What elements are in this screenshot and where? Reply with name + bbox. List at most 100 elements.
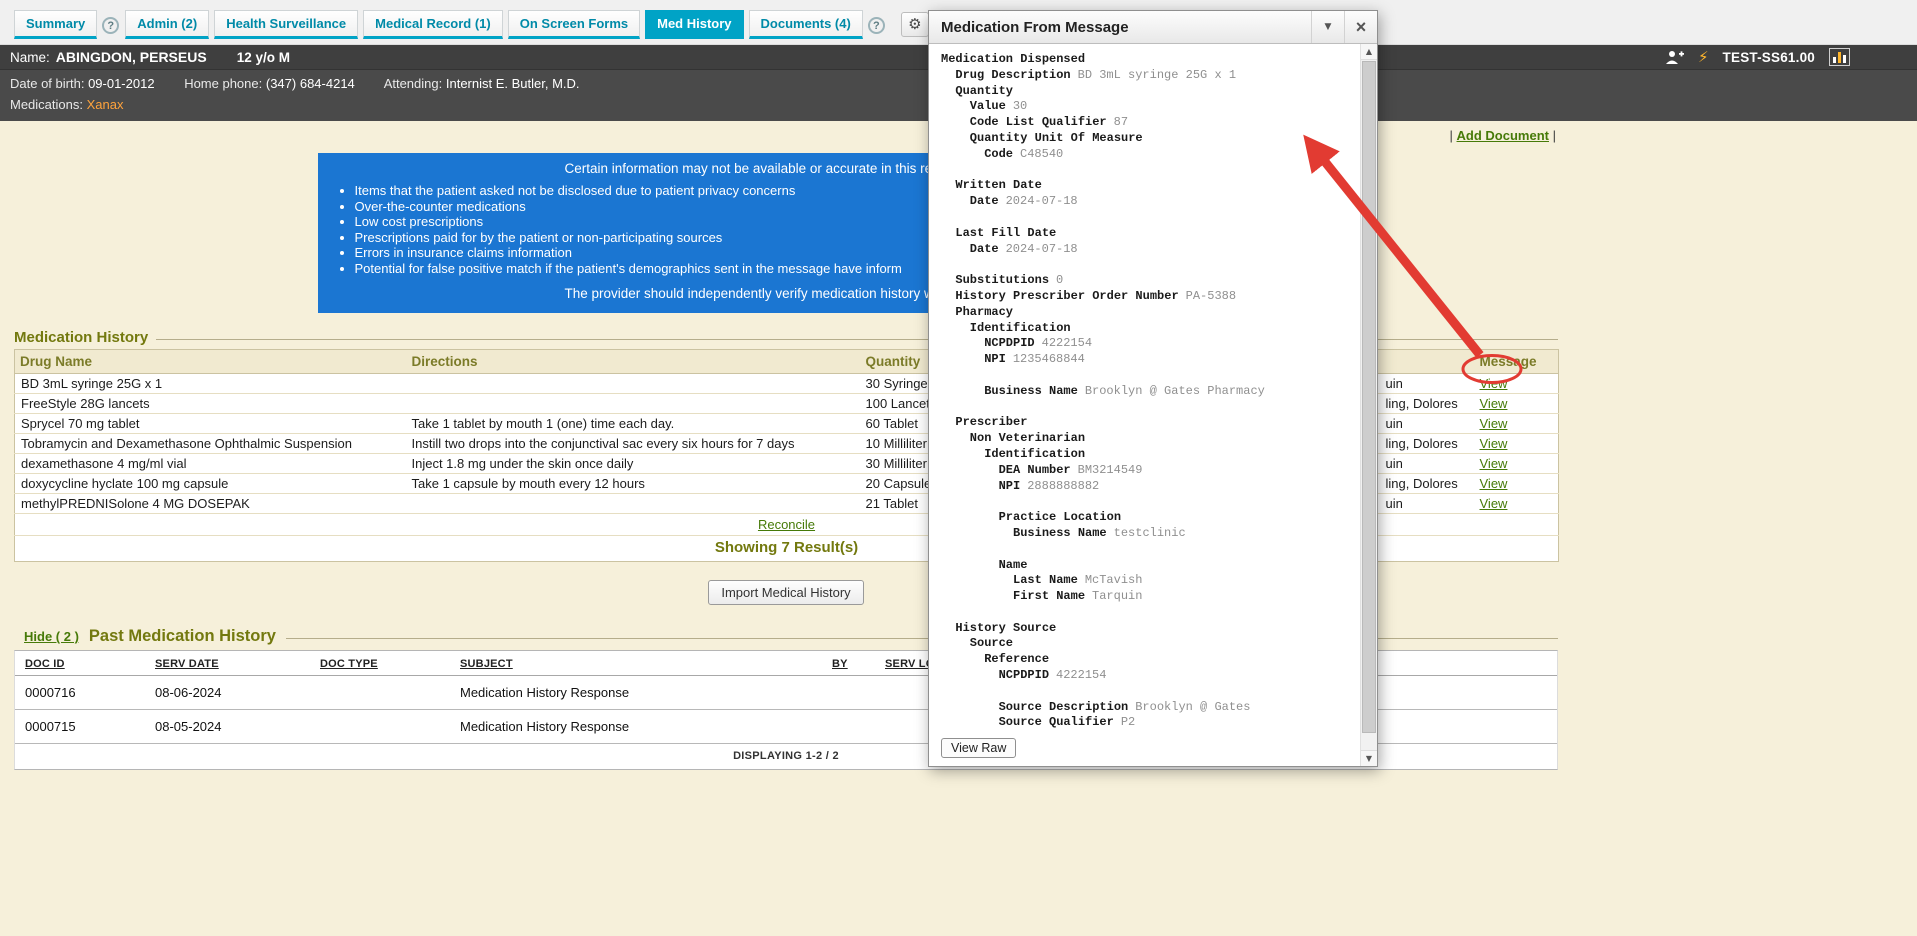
drug-name-cell: doxycycline hyclate 100 mg capsule [15,474,407,494]
scrollbar-thumb[interactable] [1362,61,1376,733]
message-line: First NameTarquin [941,589,1351,605]
message-line: Business NameBrooklyn @ Gates Pharmacy [941,384,1351,400]
message-line: NPI2888888882 [941,479,1351,495]
message-line: Written Date [941,178,1351,194]
dialog-menu-button[interactable]: ▼ [1311,11,1344,43]
message-line [941,210,1351,226]
directions-cell [407,494,861,514]
help-icon[interactable]: ? [102,17,119,34]
message-line: Identification [941,447,1351,463]
message-line: Non Veterinarian [941,431,1351,447]
close-icon: × [1356,17,1367,38]
prescriber-fragment-cell: ling, Dolores [1381,434,1475,454]
serv-date-cell: 08-05-2024 [155,710,320,744]
by-cell [832,710,885,744]
tab-admin[interactable]: Admin (2) [125,10,209,39]
tab-medical-record[interactable]: Medical Record (1) [363,10,503,39]
message-cell: View [1475,494,1559,514]
directions-cell [407,394,861,414]
dialog-title: Medication From Message [929,11,1311,43]
tab-summary[interactable]: Summary [14,10,97,39]
view-message-link[interactable]: View [1480,476,1508,491]
tab-health-surveillance[interactable]: Health Surveillance [214,10,358,39]
message-line: History Prescriber Order NumberPA-5388 [941,289,1351,305]
message-line: Business Nametestclinic [941,526,1351,542]
message-cell: View [1475,414,1559,434]
message-line: NCPDPID4222154 [941,668,1351,684]
message-cell: View [1475,474,1559,494]
message-content: Medication Dispensed Drug DescriptionBD … [929,44,1377,766]
message-line: Drug DescriptionBD 3mL syringe 25G x 1 [941,68,1351,84]
chevron-down-icon: ▼ [1325,22,1332,32]
message-line: Quantity Unit Of Measure [941,131,1351,147]
doc-id-cell: 0000715 [15,710,155,744]
message-cell: View [1475,394,1559,414]
message-line: Source DescriptionBrooklyn @ Gates [941,700,1351,716]
station-id: TEST-SS61.00 [1723,50,1815,65]
medications-value[interactable]: Xanax [87,97,124,112]
import-medical-history-button[interactable]: Import Medical History [708,580,863,605]
view-raw-button[interactable]: View Raw [941,738,1016,758]
col-drug-name: Drug Name [15,350,407,374]
help-icon[interactable]: ? [868,17,885,34]
col-doc-type[interactable]: DOC TYPE [320,651,460,676]
col-by[interactable]: BY [832,651,885,676]
message-line: CodeC48540 [941,147,1351,163]
hide-link[interactable]: Hide ( 2 ) [24,629,79,644]
pipe-separator: | [1450,128,1453,143]
scroll-down-icon[interactable]: ▼ [1361,750,1377,766]
col-serv-date[interactable]: SERV DATE [155,651,320,676]
medications-label: Medications: [10,97,83,112]
reconcile-link[interactable]: Reconcile [758,517,815,532]
message-line [941,400,1351,416]
message-line: Name [941,558,1351,574]
settings-button[interactable]: ⚙ [901,12,929,37]
prescriber-fragment-cell: ling, Dolores [1381,474,1475,494]
view-message-link[interactable]: View [1480,376,1508,391]
medication-from-message-dialog: Medication From Message ▼ × Medication D… [928,10,1378,767]
subject-cell: Medication History Response [460,676,832,710]
view-message-link[interactable]: View [1480,416,1508,431]
past-section-title: Past Medication History [89,627,276,646]
view-message-link[interactable]: View [1480,456,1508,471]
tab-documents[interactable]: Documents (4) [749,10,863,39]
dialog-scrollbar[interactable]: ▲ ▼ [1360,44,1377,766]
col-doc-id[interactable]: DOC ID [15,651,155,676]
view-message-link[interactable]: View [1480,396,1508,411]
col-subject[interactable]: SUBJECT [460,651,832,676]
dob-label: Date of birth: [10,76,84,91]
prescriber-fragment-cell: ling, Dolores [1381,394,1475,414]
pipe-separator: | [1553,128,1556,143]
message-line: NPI1235468844 [941,352,1351,368]
col-obscured [1381,350,1475,374]
page: Summary ? Admin (2) Health Surveillance … [0,0,1917,936]
message-line: Date2024-07-18 [941,194,1351,210]
scroll-up-icon[interactable]: ▲ [1361,44,1377,60]
message-cell: View [1475,454,1559,474]
directions-cell: Take 1 capsule by mouth every 12 hours [407,474,861,494]
tab-med-history[interactable]: Med History [645,10,743,39]
lightning-icon[interactable]: ⚡ [1698,50,1709,65]
message-line: Date2024-07-18 [941,242,1351,258]
doc-type-cell [320,676,460,710]
patient-age-sex: 12 y/o M [237,50,290,65]
prescriber-fragment-cell: uin [1381,494,1475,514]
add-person-icon[interactable] [1664,49,1684,65]
attending-value: Internist E. Butler, M.D. [446,76,580,91]
view-message-link[interactable]: View [1480,436,1508,451]
dialog-title-bar[interactable]: Medication From Message ▼ × [929,11,1377,44]
col-message: Message [1475,350,1559,374]
view-message-link[interactable]: View [1480,496,1508,511]
subject-cell: Medication History Response [460,710,832,744]
message-line [941,368,1351,384]
message-line [941,494,1351,510]
name-label: Name: [10,50,50,65]
add-document-link[interactable]: Add Document [1457,128,1549,143]
patient-name: ABINGDON, PERSEUS [56,49,207,65]
tab-on-screen-forms[interactable]: On Screen Forms [508,10,640,39]
directions-cell: Instill two drops into the conjunctival … [407,434,861,454]
dialog-close-button[interactable]: × [1344,11,1377,43]
message-line: Source QualifierP2 [941,715,1351,731]
section-title: Medication History [14,329,148,346]
chart-icon[interactable] [1829,48,1850,66]
